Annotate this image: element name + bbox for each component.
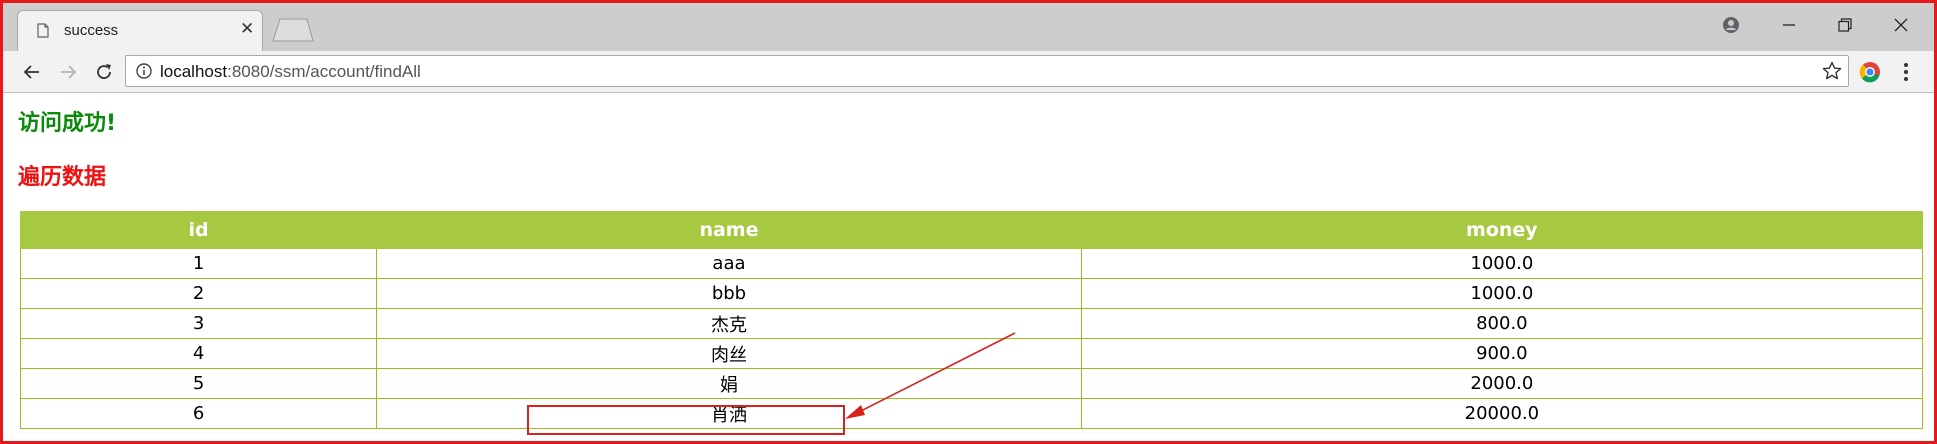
cell-money: 1000.0 — [1080, 248, 1924, 279]
browser-window: success ✕ localhost:8080/ssm/account/fin… — [0, 0, 1937, 444]
cell-money: 900.0 — [1080, 338, 1924, 369]
cell-id: 3 — [19, 308, 378, 339]
cell-id: 1 — [19, 248, 378, 279]
forward-arrow-icon[interactable] — [53, 57, 83, 87]
url-host: localhost — [160, 62, 228, 81]
cell-money: 2000.0 — [1080, 368, 1924, 399]
cell-money: 20000.0 — [1080, 398, 1924, 429]
success-message: 访问成功! — [18, 111, 117, 136]
cell-name: aaa — [376, 248, 1082, 279]
column-header-name: name — [376, 211, 1082, 249]
kebab-menu-icon[interactable] — [1896, 61, 1916, 83]
back-arrow-icon[interactable] — [17, 57, 47, 87]
page-icon — [37, 23, 49, 38]
chrome-extension-icon[interactable] — [1859, 61, 1881, 83]
column-header-id: id — [19, 211, 378, 249]
cell-id: 5 — [19, 368, 378, 399]
table-header-row: id name money — [19, 211, 1924, 249]
tab-close-icon[interactable]: ✕ — [240, 19, 254, 39]
cell-id: 6 — [19, 398, 378, 429]
browser-toolbar: localhost:8080/ssm/account/findAll — [3, 51, 1934, 93]
table-row: 2 bbb 1000.0 — [19, 278, 1924, 309]
profile-icon[interactable] — [1703, 3, 1759, 47]
url-path: :8080/ssm/account/findAll — [227, 62, 421, 81]
tab-success[interactable]: success ✕ — [17, 10, 263, 52]
star-icon[interactable] — [1822, 61, 1842, 81]
column-header-money: money — [1080, 211, 1924, 249]
cell-name: bbb — [376, 278, 1082, 309]
table-row: 1 aaa 1000.0 — [19, 248, 1924, 279]
list-heading: 遍历数据 — [18, 165, 107, 190]
tab-strip: success ✕ — [3, 3, 1934, 52]
cell-money: 800.0 — [1080, 308, 1924, 339]
minimize-icon[interactable] — [1761, 3, 1817, 47]
tab-title: success — [64, 22, 119, 39]
address-bar[interactable]: localhost:8080/ssm/account/findAll — [125, 55, 1849, 87]
cell-money: 1000.0 — [1080, 278, 1924, 309]
cell-id: 2 — [19, 278, 378, 309]
reload-icon[interactable] — [89, 57, 119, 87]
close-icon[interactable] — [1873, 3, 1929, 47]
annotation-arrow-icon — [845, 332, 1016, 419]
url-text[interactable]: localhost:8080/ssm/account/findAll — [160, 62, 421, 82]
new-tab-button[interactable] — [271, 18, 315, 42]
restore-icon[interactable] — [1817, 3, 1873, 47]
info-icon[interactable] — [136, 63, 152, 79]
page-content: 访问成功! 遍历数据 id name money 1 aaa 1000.0 2 … — [3, 93, 1934, 441]
cell-id: 4 — [19, 338, 378, 369]
